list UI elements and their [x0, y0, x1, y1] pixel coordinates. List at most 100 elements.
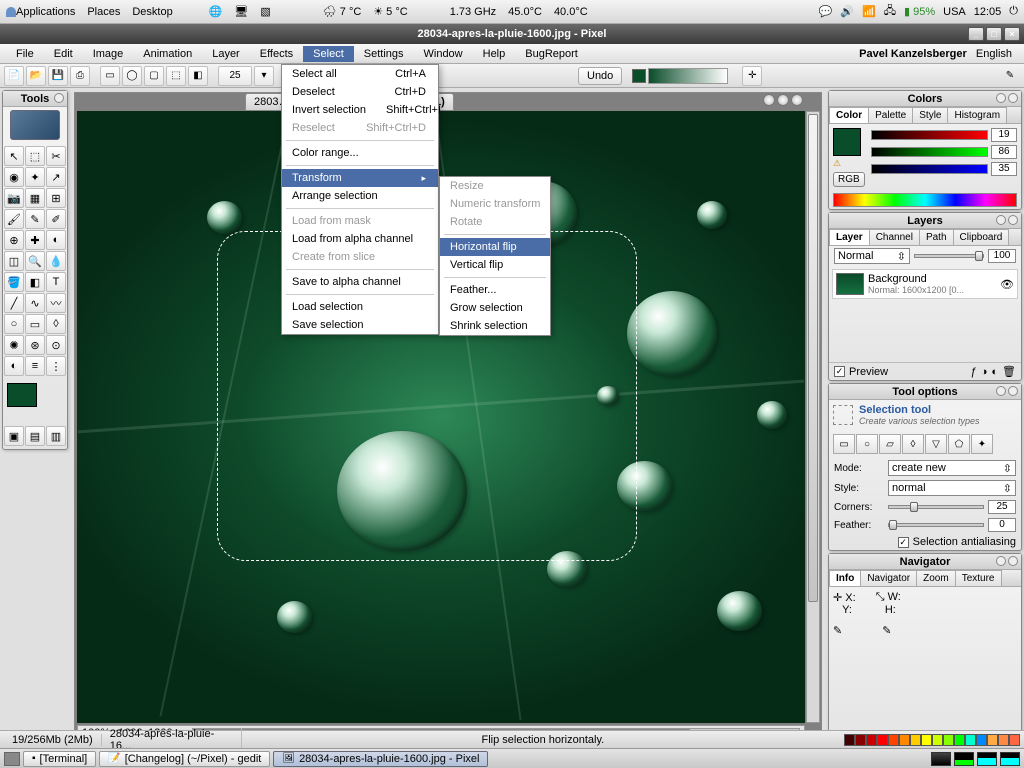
undo-button[interactable]: Undo: [578, 67, 622, 85]
sel-mode-icon[interactable]: ○: [856, 434, 878, 454]
panel-dot-icon[interactable]: [996, 93, 1006, 103]
tool-icon[interactable]: ◊: [46, 314, 66, 334]
tray-graph-icon[interactable]: [1000, 752, 1020, 766]
maximize-button[interactable]: □: [986, 27, 1002, 41]
menu-edit[interactable]: Edit: [44, 46, 83, 62]
zoom-tool-icon[interactable]: 🔍: [25, 251, 45, 271]
ellipse-tool-icon[interactable]: ○: [4, 314, 24, 334]
menu-bugreport[interactable]: BugReport: [515, 46, 588, 62]
doc-max-icon[interactable]: [777, 94, 789, 106]
preview-checkbox[interactable]: ✓: [834, 366, 845, 377]
layer-action-icon[interactable]: ◑: [981, 366, 988, 378]
menu-item[interactable]: DeselectCtrl+D: [282, 83, 438, 101]
blend-mode-select[interactable]: Normal⇳: [834, 248, 910, 264]
wand-icon[interactable]: ✎: [1000, 66, 1020, 86]
tab-style[interactable]: Style: [912, 107, 948, 123]
mode-icon[interactable]: ▥: [46, 426, 66, 446]
shape-icon[interactable]: ▢: [144, 66, 164, 86]
panel-dot-icon[interactable]: [996, 556, 1006, 566]
tab-path[interactable]: Path: [919, 229, 954, 245]
tab-layer[interactable]: Layer: [829, 229, 870, 245]
close-button[interactable]: ×: [1004, 27, 1020, 41]
menu-item[interactable]: Feather...: [440, 281, 550, 299]
menu-animation[interactable]: Animation: [133, 46, 202, 62]
dropdown-icon[interactable]: ▾: [254, 66, 274, 86]
signal-icon[interactable]: 📶: [862, 5, 876, 18]
wand-tool-icon[interactable]: ✦: [25, 167, 45, 187]
mode-icon[interactable]: ▣: [4, 426, 24, 446]
panel-dot-icon[interactable]: [1008, 215, 1018, 225]
sel-mode-icon[interactable]: ▱: [879, 434, 901, 454]
visibility-icon[interactable]: 👁: [1000, 278, 1014, 291]
palette-strip[interactable]: [844, 734, 1020, 746]
new-icon[interactable]: 📄: [4, 66, 24, 86]
select-tool-icon[interactable]: ⬚: [25, 146, 45, 166]
task-gedit[interactable]: 📝 [Changelog] (~/Pixel) - gedit: [99, 751, 270, 767]
desktop-menu[interactable]: Desktop: [132, 6, 172, 18]
menu-help[interactable]: Help: [473, 46, 516, 62]
task-terminal[interactable]: ▪ [Terminal]: [23, 751, 96, 767]
volume-icon[interactable]: 🔊: [840, 5, 854, 18]
menu-settings[interactable]: Settings: [354, 46, 414, 62]
tab-info[interactable]: Info: [829, 570, 861, 586]
eyedrop-tool-icon[interactable]: 💧: [46, 251, 66, 271]
clone-tool-icon[interactable]: ⊕: [4, 230, 24, 250]
color-chip[interactable]: [632, 69, 646, 83]
shape-icon[interactable]: ⬚: [166, 66, 186, 86]
menu-item[interactable]: Transform: [282, 169, 438, 187]
doc-min-icon[interactable]: [763, 94, 775, 106]
style-select[interactable]: normal⇳: [888, 480, 1016, 496]
sel-mode-icon[interactable]: ⬠: [948, 434, 970, 454]
tab-navigator[interactable]: Navigator: [860, 570, 917, 586]
line-tool-icon[interactable]: ╱: [4, 293, 24, 313]
tray-icon[interactable]: ▧: [260, 5, 270, 18]
shape-icon[interactable]: ◯: [122, 66, 142, 86]
tool-icon[interactable]: ▦: [25, 188, 45, 208]
tray-icon[interactable]: 🖥: [234, 5, 248, 18]
tray-graph-icon[interactable]: [931, 752, 951, 766]
menu-item[interactable]: Shrink selection: [440, 317, 550, 335]
task-pixel[interactable]: 🖼 28034-apres-la-pluie-1600.jpg - Pixel: [273, 751, 488, 767]
tray-graph-icon[interactable]: [977, 752, 997, 766]
antialiasing-checkbox[interactable]: ✓: [898, 537, 909, 548]
tab-texture[interactable]: Texture: [955, 570, 1002, 586]
r-value[interactable]: 19: [991, 128, 1017, 142]
network-icon[interactable]: 🖧: [884, 2, 896, 21]
menu-item[interactable]: Save to alpha channel: [282, 273, 438, 291]
panel-dot-icon[interactable]: [1008, 386, 1018, 396]
places-menu[interactable]: Places: [87, 6, 120, 18]
panel-dot-icon[interactable]: [1008, 556, 1018, 566]
tool-icon[interactable]: ◐: [46, 230, 66, 250]
g-slider[interactable]: [871, 147, 988, 157]
feather-value[interactable]: 0: [988, 518, 1016, 532]
save-icon[interactable]: 💾: [48, 66, 68, 86]
lasso-tool-icon[interactable]: ◉: [4, 167, 24, 187]
bucket-tool-icon[interactable]: 🪣: [4, 272, 24, 292]
layer-action-icon[interactable]: ◐: [991, 366, 998, 378]
sel-mode-icon[interactable]: ✦: [971, 434, 993, 454]
crosshair-icon[interactable]: ✛: [742, 66, 762, 86]
text-tool-icon[interactable]: T: [46, 272, 66, 292]
show-desktop-icon[interactable]: [4, 752, 20, 766]
tool-icon[interactable]: ⋮: [46, 356, 66, 376]
applications-menu[interactable]: Applications: [16, 6, 75, 18]
tab-palette[interactable]: Palette: [868, 107, 913, 123]
vertical-scrollbar[interactable]: [806, 111, 820, 723]
layer-action-icon[interactable]: 🗑: [1002, 365, 1016, 378]
b-slider[interactable]: [871, 164, 988, 174]
corners-slider[interactable]: [888, 505, 984, 509]
size-input[interactable]: [218, 66, 252, 86]
chat-icon[interactable]: 💬: [819, 5, 833, 18]
menu-item[interactable]: Select allCtrl+A: [282, 65, 438, 83]
doc-close-icon[interactable]: [791, 94, 803, 106]
tab-clipboard[interactable]: Clipboard: [953, 229, 1010, 245]
corners-value[interactable]: 25: [988, 500, 1016, 514]
tab-color[interactable]: Color: [829, 107, 869, 123]
tray-graph-icon[interactable]: [954, 752, 974, 766]
panel-dot-icon[interactable]: [996, 386, 1006, 396]
panel-dot-icon[interactable]: [996, 215, 1006, 225]
minimize-button[interactable]: _: [968, 27, 984, 41]
menu-item[interactable]: Arrange selection: [282, 187, 438, 205]
gradient-tool-icon[interactable]: ◧: [25, 272, 45, 292]
menu-select[interactable]: Select: [303, 46, 354, 62]
